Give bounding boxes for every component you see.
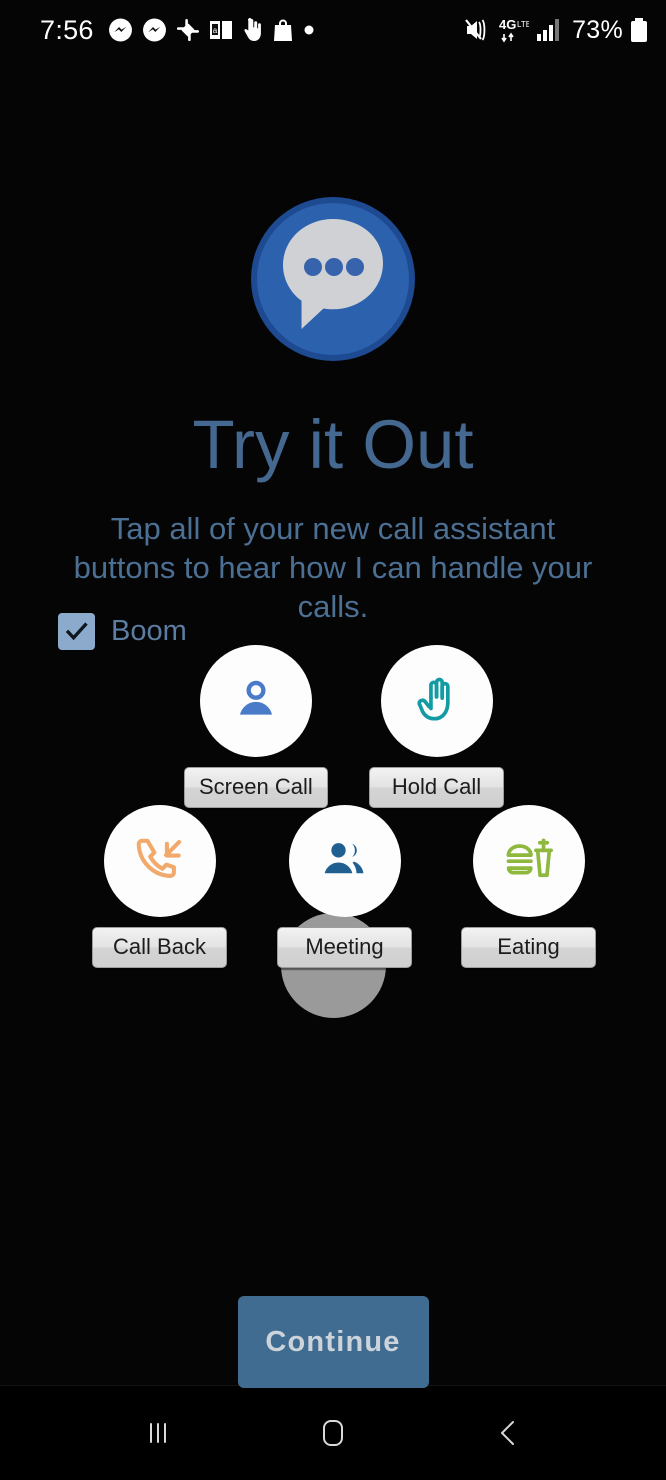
eating-button[interactable]: Eating [461,805,596,968]
svg-text:a: a [213,26,218,35]
hold-call-button[interactable]: Hold Call [369,645,504,808]
home-icon[interactable] [303,1403,363,1463]
continue-button[interactable]: Continue [237,1296,429,1388]
android-navigation-bar [0,1385,666,1480]
tap-hand-icon [242,18,263,42]
boom-checkbox-label: Boom [111,615,187,647]
burger-drink-icon [503,833,555,890]
meeting-label[interactable]: Meeting [277,927,412,968]
back-icon[interactable] [478,1403,538,1463]
continue-button-container: Continue [0,1296,666,1388]
battery-icon [630,17,648,43]
battery-percent-label: 73% [572,15,623,44]
call-back-icon-circle[interactable] [103,805,216,917]
hand-stop-icon [411,673,463,730]
meeting-icon-circle[interactable] [288,805,401,917]
page-title: Try it Out [192,406,474,483]
screen-call-button[interactable]: Screen Call [184,645,328,808]
status-bar-notification-icons: a [108,18,315,43]
app-logo [249,195,417,368]
slack-icon [176,18,200,42]
call-assistant-button-grid: Screen Call Hold Call Call Back Meeting … [0,645,666,1130]
meeting-button[interactable]: Meeting [277,805,412,968]
status-bar: 7:56 a 4G LTE 73% [0,0,666,60]
phone-screen: 7:56 a 4G LTE 73% Try it Out Tap all of … [0,0,666,1480]
svg-text:4G: 4G [499,17,516,32]
svg-text:LTE: LTE [517,20,529,29]
eating-icon-circle[interactable] [472,805,585,917]
dot-icon [303,24,315,36]
eating-label[interactable]: Eating [461,927,596,968]
person-icon [230,673,282,730]
status-bar-time: 7:56 [40,14,94,45]
4g-lte-data-icon: 4G LTE [499,16,529,44]
hold-call-icon-circle[interactable] [380,645,493,757]
screen-call-icon-circle[interactable] [199,645,312,757]
screen-call-label[interactable]: Screen Call [184,767,328,808]
recents-icon[interactable] [128,1403,188,1463]
messenger-icon [142,18,167,43]
main-content: Try it Out Tap all of your new call assi… [0,60,666,1388]
shopping-bag-icon [272,18,294,42]
hold-call-label[interactable]: Hold Call [369,767,504,808]
call-back-label[interactable]: Call Back [92,927,227,968]
signal-bars-icon [536,18,562,42]
volume-mute-vibrate-icon [464,17,492,43]
kindle-book-icon: a [209,19,233,41]
status-bar-system-icons: 4G LTE 73% [464,16,648,45]
call-back-button[interactable]: Call Back [92,805,227,968]
people-group-icon [319,833,371,890]
messenger-icon [108,18,133,43]
page-subtitle: Tap all of your new call assistant butto… [73,511,593,624]
phone-incoming-icon [134,833,186,890]
